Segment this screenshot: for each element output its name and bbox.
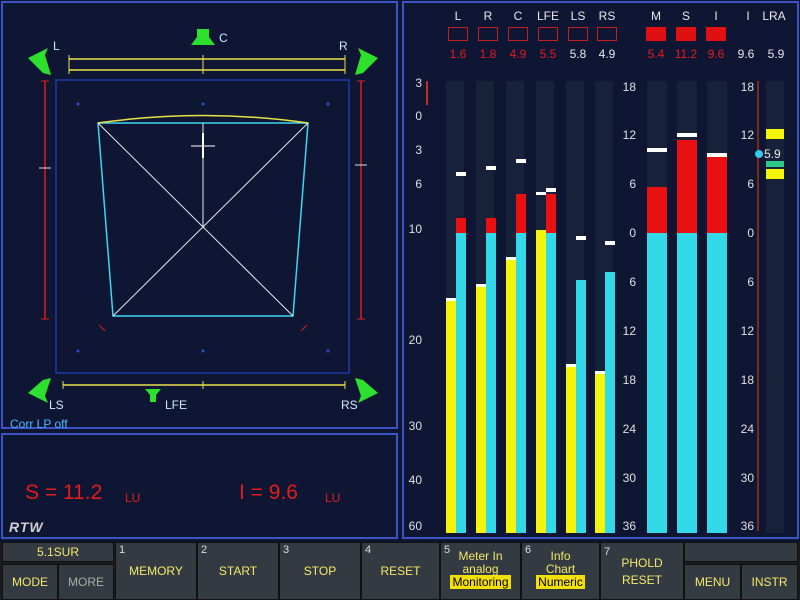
softkey-bar: 5.1SUR MODE MORE 1 MEMORY 2 START 3 STOP… — [0, 542, 800, 600]
surround-vectorscope — [28, 29, 378, 403]
stop-button[interactable]: 3 STOP — [279, 542, 361, 600]
speaker-label-c: C — [219, 31, 228, 45]
mode-display: 5.1SUR — [2, 542, 114, 562]
memory-button[interactable]: 1 MEMORY — [115, 542, 197, 600]
integrated-unit: LU — [325, 491, 341, 505]
mode-current: 5.1SUR — [36, 545, 80, 559]
phold-reset-label: RESET — [621, 573, 662, 587]
key-num: 3 — [283, 544, 290, 556]
menu-label: MENU — [694, 575, 731, 589]
short-term-unit: LU — [125, 491, 141, 505]
top-right-blank — [684, 542, 798, 562]
info-chart-button[interactable]: 6 Info Chart Numeric — [521, 542, 600, 600]
rtw-logo: RTW — [9, 519, 44, 535]
key-num: 4 — [365, 544, 372, 556]
meter-in-mode: Monitoring — [450, 575, 511, 589]
meter-bars — [446, 81, 784, 533]
corr-status: Corr LP off — [10, 417, 68, 431]
key-num: 2 — [201, 544, 208, 556]
more-label: MORE — [68, 575, 104, 589]
info-chart-mode: Numeric — [536, 575, 585, 589]
phold-reset-button[interactable]: 7 PHOLD RESET — [600, 542, 684, 600]
more-button[interactable]: MORE — [58, 564, 114, 600]
reset-label: RESET — [380, 564, 421, 578]
key-num: 1 — [119, 544, 126, 556]
menu-button[interactable]: MENU — [684, 564, 741, 600]
memory-label: MEMORY — [129, 564, 183, 578]
key-num: 6 — [525, 544, 532, 556]
key-num: 7 — [604, 546, 611, 558]
start-label: START — [218, 564, 258, 578]
speaker-label-ls: LS — [49, 398, 64, 412]
lra-marker-value: 5.9 — [764, 147, 781, 161]
phold-label: PHOLD — [621, 556, 663, 570]
stop-label: STOP — [303, 564, 337, 578]
speaker-label-rs: RS — [341, 398, 358, 412]
integrated-value: I = 9.6 — [239, 481, 298, 504]
key-num: 5 — [444, 544, 451, 556]
mode-button[interactable]: MODE — [2, 564, 58, 600]
instr-button[interactable]: INSTR — [741, 564, 798, 600]
surround-panel: L C R LS LFE RS Corr LP off — [1, 1, 398, 431]
speaker-label-lfe: LFE — [165, 398, 188, 412]
speaker-label-r: R — [339, 39, 348, 53]
short-term-value: S = 11.2 — [25, 481, 103, 504]
reset-button[interactable]: 4 RESET — [361, 542, 440, 600]
instr-label: INSTR — [751, 575, 788, 589]
meter-panel: L R C LFE LS RS M S I I LRA 1.6 1.8 4.9 … — [402, 1, 799, 539]
speaker-label-l: L — [53, 39, 60, 53]
loudness-readout-panel: S = 11.2 LU I = 9.6 LU RTW — [1, 433, 398, 539]
start-button[interactable]: 2 START — [197, 542, 279, 600]
mode-label: MODE — [12, 575, 48, 589]
meter-in-button[interactable]: 5 Meter In analog Monitoring — [440, 542, 521, 600]
